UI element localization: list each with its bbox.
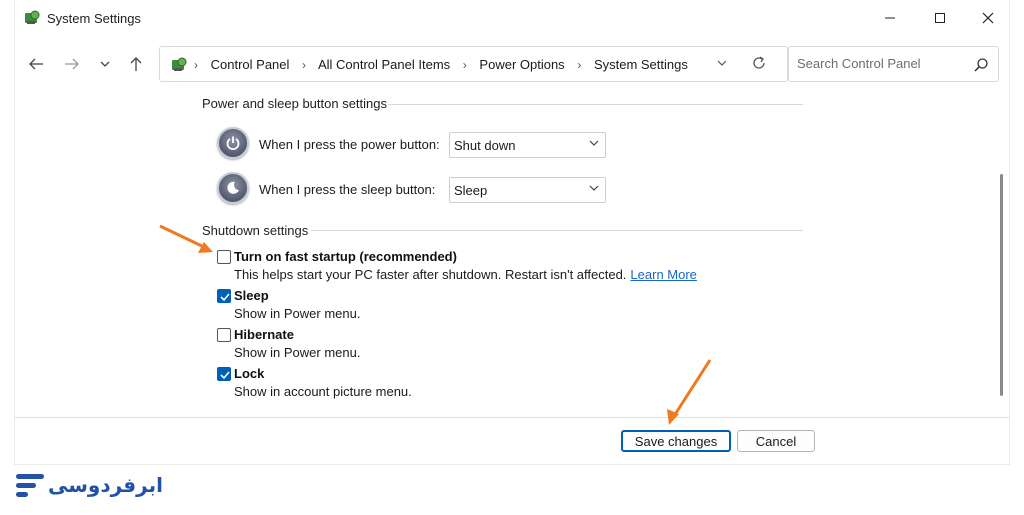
fast-startup-description: This helps start your PC faster after sh… — [234, 267, 697, 282]
fast-startup-title: Turn on fast startup (recommended) — [234, 249, 457, 264]
checkmark-icon — [220, 371, 230, 380]
chevron-down-icon — [100, 61, 110, 67]
learn-more-link[interactable]: Learn More — [630, 267, 696, 282]
refresh-button[interactable] — [749, 55, 769, 75]
breadcrumb-system-settings[interactable]: System Settings — [594, 57, 688, 72]
brand-logo-text: ابرفردوسی — [48, 473, 163, 497]
close-button[interactable] — [965, 0, 1011, 36]
power-button-select[interactable]: Shut down — [449, 132, 606, 158]
maximize-button[interactable] — [917, 0, 963, 36]
breadcrumb-separator: › — [194, 58, 198, 72]
maximize-icon — [935, 13, 945, 23]
arrow-left-icon — [29, 58, 43, 70]
shutdown-heading: Shutdown settings — [202, 223, 309, 238]
close-icon — [982, 12, 994, 24]
sleep-button-icon — [217, 172, 249, 204]
chevron-down-icon — [717, 60, 727, 66]
sleep-button-value: Sleep — [454, 183, 488, 198]
address-dropdown-button[interactable] — [714, 57, 730, 73]
lock-title: Lock — [234, 366, 265, 381]
annotation-arrow-fast-startup — [159, 224, 213, 253]
power-buttons-heading: Power and sleep button settings — [202, 96, 388, 111]
breadcrumb-all-items[interactable]: All Control Panel Items — [318, 57, 450, 72]
title-bar: System Settings — [15, 0, 1009, 38]
logo-mark-icon — [16, 474, 44, 497]
fast-startup-desc-text: This helps start your PC faster after sh… — [234, 267, 627, 282]
sleep-title: Sleep — [234, 288, 269, 303]
navigation-bar: › Control Panel › All Control Panel Item… — [15, 38, 1009, 88]
breadcrumb-separator: › — [577, 58, 582, 72]
breadcrumb: › Control Panel › All Control Panel Item… — [194, 57, 688, 72]
save-changes-button[interactable]: Save changes — [621, 430, 731, 452]
window-title: System Settings — [47, 11, 141, 26]
search-icon — [974, 58, 988, 72]
chevron-down-icon — [589, 185, 599, 191]
forward-button[interactable] — [61, 53, 83, 75]
sleep-button-label: When I press the sleep button: — [259, 182, 436, 197]
chevron-down-icon — [589, 140, 599, 146]
divider — [388, 104, 803, 105]
vertical-scrollbar[interactable] — [995, 88, 1009, 413]
power-button-icon — [217, 127, 249, 159]
breadcrumb-power-options[interactable]: Power Options — [479, 57, 564, 72]
arrow-right-icon — [65, 58, 79, 70]
footer-divider — [15, 417, 1009, 418]
hibernate-checkbox[interactable] — [217, 328, 231, 342]
recent-locations-button[interactable] — [94, 53, 116, 75]
annotation-arrow-save — [667, 359, 712, 425]
breadcrumb-control-panel[interactable]: Control Panel — [211, 57, 290, 72]
minimize-icon — [885, 17, 895, 19]
sleep-button-select[interactable]: Sleep — [449, 177, 606, 203]
lock-description: Show in account picture menu. — [234, 384, 412, 399]
power-button-value: Shut down — [454, 138, 516, 153]
scrollbar-thumb[interactable] — [1000, 174, 1003, 396]
checkmark-icon — [220, 293, 230, 302]
search-box[interactable] — [788, 46, 999, 82]
refresh-icon — [753, 56, 765, 69]
sleep-checkbox[interactable] — [217, 289, 231, 303]
breadcrumb-separator: › — [302, 58, 307, 72]
arrow-up-icon — [130, 57, 142, 71]
hibernate-title: Hibernate — [234, 327, 294, 342]
power-button-label: When I press the power button: — [259, 137, 440, 152]
sleep-description: Show in Power menu. — [234, 306, 361, 321]
breadcrumb-separator: › — [462, 58, 467, 72]
lock-checkbox[interactable] — [217, 367, 231, 381]
hibernate-description: Show in Power menu. — [234, 345, 361, 360]
address-bar[interactable]: › Control Panel › All Control Panel Item… — [159, 46, 788, 82]
back-button[interactable] — [25, 53, 47, 75]
fast-startup-checkbox[interactable] — [217, 250, 231, 264]
search-input[interactable] — [797, 56, 967, 71]
control-panel-icon — [25, 10, 40, 24]
up-button[interactable] — [125, 53, 147, 75]
cancel-button[interactable]: Cancel — [737, 430, 815, 452]
divider — [311, 230, 803, 231]
minimize-button[interactable] — [867, 0, 913, 36]
control-panel-icon — [172, 57, 187, 71]
